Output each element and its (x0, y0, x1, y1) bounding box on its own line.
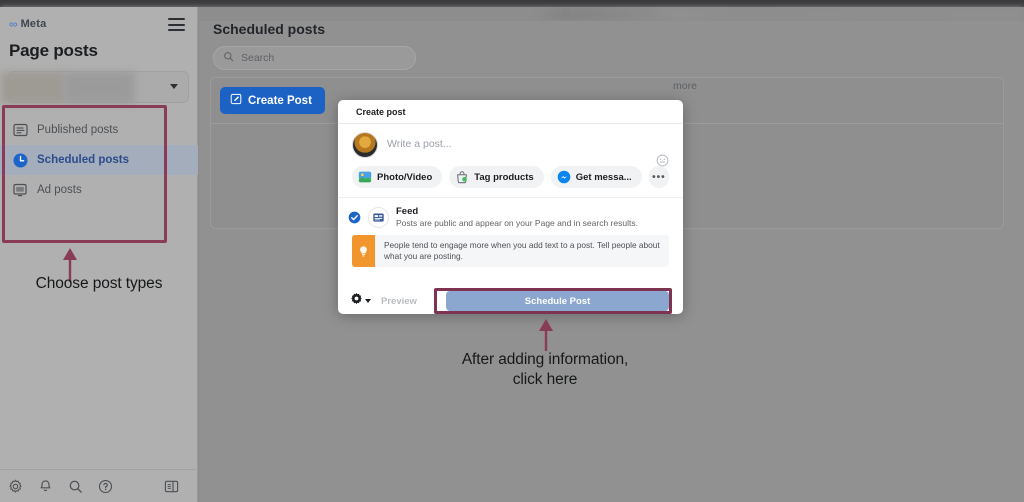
page-selector[interactable] (1, 71, 189, 104)
clock-icon (12, 152, 28, 168)
sidebar: ∞ Meta Page posts Published posts Schedu… (0, 7, 198, 502)
help-icon[interactable] (90, 475, 120, 497)
published-posts-icon (12, 122, 28, 138)
dialog-title: Create post (338, 100, 683, 124)
modal-annotation-arrow (533, 318, 559, 352)
chip-photo-video[interactable]: Photo/Video (352, 166, 443, 188)
feed-text: Feed Posts are public and appear on your… (396, 205, 638, 228)
create-post-dialog: Create post Write a post... Photo/Video … (338, 100, 683, 314)
search-icon (223, 49, 234, 67)
ad-posts-icon (12, 182, 28, 198)
bell-icon[interactable] (30, 475, 60, 497)
schedule-post-button[interactable]: Schedule Post (446, 291, 669, 311)
sidebar-item-label: Scheduled posts (37, 154, 130, 166)
chip-tag-products[interactable]: Tag products (449, 166, 544, 188)
panel-toggle-icon[interactable] (156, 475, 186, 497)
page-selector-blurred-sub (65, 72, 135, 104)
sidebar-item-published-posts[interactable]: Published posts (0, 115, 198, 145)
preview-button[interactable]: Preview (381, 296, 417, 307)
main-page-title: Scheduled posts (213, 21, 326, 37)
chip-label: Photo/Video (377, 171, 433, 183)
check-circle-icon (348, 211, 361, 224)
feed-title: Feed (396, 206, 419, 217)
post-text-input[interactable]: Write a post... (387, 132, 452, 158)
chip-more-options[interactable]: ••• (648, 166, 669, 188)
browser-title-bar (0, 0, 1024, 7)
chip-get-messages[interactable]: Get messa... (550, 166, 642, 188)
meta-logo: ∞ Meta (9, 17, 46, 31)
tag-products-icon (455, 170, 469, 184)
post-settings-button[interactable] (350, 292, 371, 310)
modal-annotation-line2: click here (512, 371, 578, 389)
composer-actions: Photo/Video Tag products Get messa... ••… (338, 158, 683, 197)
photo-video-icon (358, 170, 372, 184)
sidebar-item-ad-posts[interactable]: Ad posts (0, 175, 198, 205)
more-link[interactable]: more (673, 80, 697, 92)
chevron-down-icon (365, 299, 371, 303)
screenshot-root: ∞ Meta Page posts Published posts Schedu… (0, 0, 1024, 502)
chip-label: Tag products (474, 171, 534, 183)
page-selector-blurred-name (1, 72, 65, 104)
composer: Write a post... (338, 124, 683, 167)
more-options-icon: ••• (652, 171, 666, 183)
hamburger-icon[interactable] (168, 18, 185, 31)
page-title: Page posts (9, 41, 98, 60)
emoji-icon[interactable] (656, 154, 669, 167)
search-placeholder: Search (241, 52, 275, 64)
create-post-button[interactable]: Create Post (220, 87, 325, 114)
sidebar-nav: Published posts Scheduled posts Ad posts (0, 115, 198, 205)
tip-text: People tend to engage more when you add … (384, 240, 660, 262)
feed-destination-row[interactable]: Feed Posts are public and appear on your… (338, 197, 683, 235)
sidebar-item-label: Published posts (37, 124, 119, 136)
meta-wordmark: Meta (20, 18, 47, 30)
sidebar-item-scheduled-posts[interactable]: Scheduled posts (0, 145, 198, 175)
gear-icon[interactable] (0, 475, 30, 497)
feed-icon (368, 207, 389, 228)
messenger-icon (557, 170, 571, 184)
compose-icon (230, 93, 242, 108)
chevron-down-icon (170, 84, 178, 89)
avatar (352, 132, 378, 158)
search-input[interactable]: Search (213, 46, 416, 70)
lightbulb-icon (352, 235, 375, 268)
dialog-footer: Preview Schedule Post (338, 288, 683, 314)
meta-infinity-icon: ∞ (9, 17, 18, 31)
tip-banner: People tend to engage more when you add … (352, 235, 669, 268)
chip-label: Get messa... (575, 171, 632, 183)
feed-description: Posts are public and appear on your Page… (396, 218, 638, 228)
gear-icon (350, 292, 363, 310)
create-post-button-label: Create Post (248, 94, 312, 107)
modal-annotation-line1: After adding information, (461, 351, 629, 368)
search-icon[interactable] (60, 475, 90, 497)
sidebar-footer (0, 469, 198, 502)
modal-annotation-label: After adding information, click here (380, 350, 710, 390)
sidebar-item-label: Ad posts (37, 184, 82, 196)
sidebar-header: ∞ Meta (0, 7, 197, 37)
sidebar-annotation-label: Choose post types (35, 275, 163, 292)
